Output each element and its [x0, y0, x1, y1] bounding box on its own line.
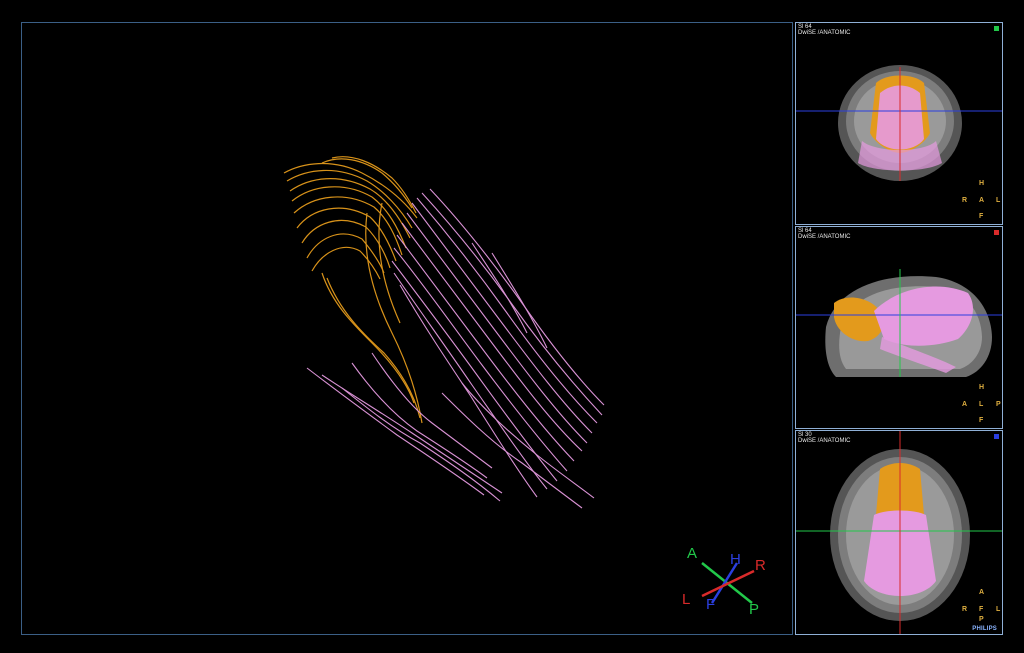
sagittal-brain-image — [796, 269, 1002, 428]
orient-center: L — [979, 401, 984, 408]
coronal-brain-image — [796, 65, 1002, 224]
triad-label-l: L — [682, 591, 691, 608]
tractography-render — [283, 156, 755, 604]
orange-tract-bundle — [283, 156, 423, 424]
orient-top: A — [979, 589, 985, 596]
sagittal-view-panel[interactable]: Sl 64 DwiSE /ANATOMIC H A L P F — [795, 226, 1003, 429]
triad-label-h: H — [730, 551, 741, 568]
axial-brain-image — [796, 431, 1002, 634]
orient-bottom: P — [979, 616, 984, 623]
coronal-view-panel[interactable]: Sl 64 DwiSE /ANATOMIC H R A L F — [795, 22, 1003, 225]
triad-label-f: F — [706, 596, 716, 613]
axial-view-panel[interactable]: Sl 30 DwiSE /ANATOMIC A R F L P PHILIPS — [795, 430, 1003, 635]
orient-right: L — [996, 197, 1001, 204]
triad-label-a: A — [687, 545, 698, 562]
orient-right: L — [996, 606, 1001, 613]
philips-logo: PHILIPS — [972, 626, 997, 632]
orient-top: H — [979, 384, 985, 391]
orient-bottom: F — [979, 417, 984, 424]
orient-left: R — [962, 197, 968, 204]
orient-right: P — [996, 401, 1001, 408]
orient-left: R — [962, 606, 968, 613]
main-3d-view[interactable]: A H R L F P — [21, 22, 793, 635]
triad-label-p: P — [749, 601, 760, 618]
orient-center: F — [979, 606, 984, 613]
pink-tract-bundle — [306, 188, 605, 509]
orient-bottom: F — [979, 213, 984, 220]
orient-center: A — [979, 197, 985, 204]
orient-left: A — [962, 401, 968, 408]
orient-top: H — [979, 180, 985, 187]
triad-label-r: R — [755, 557, 766, 574]
